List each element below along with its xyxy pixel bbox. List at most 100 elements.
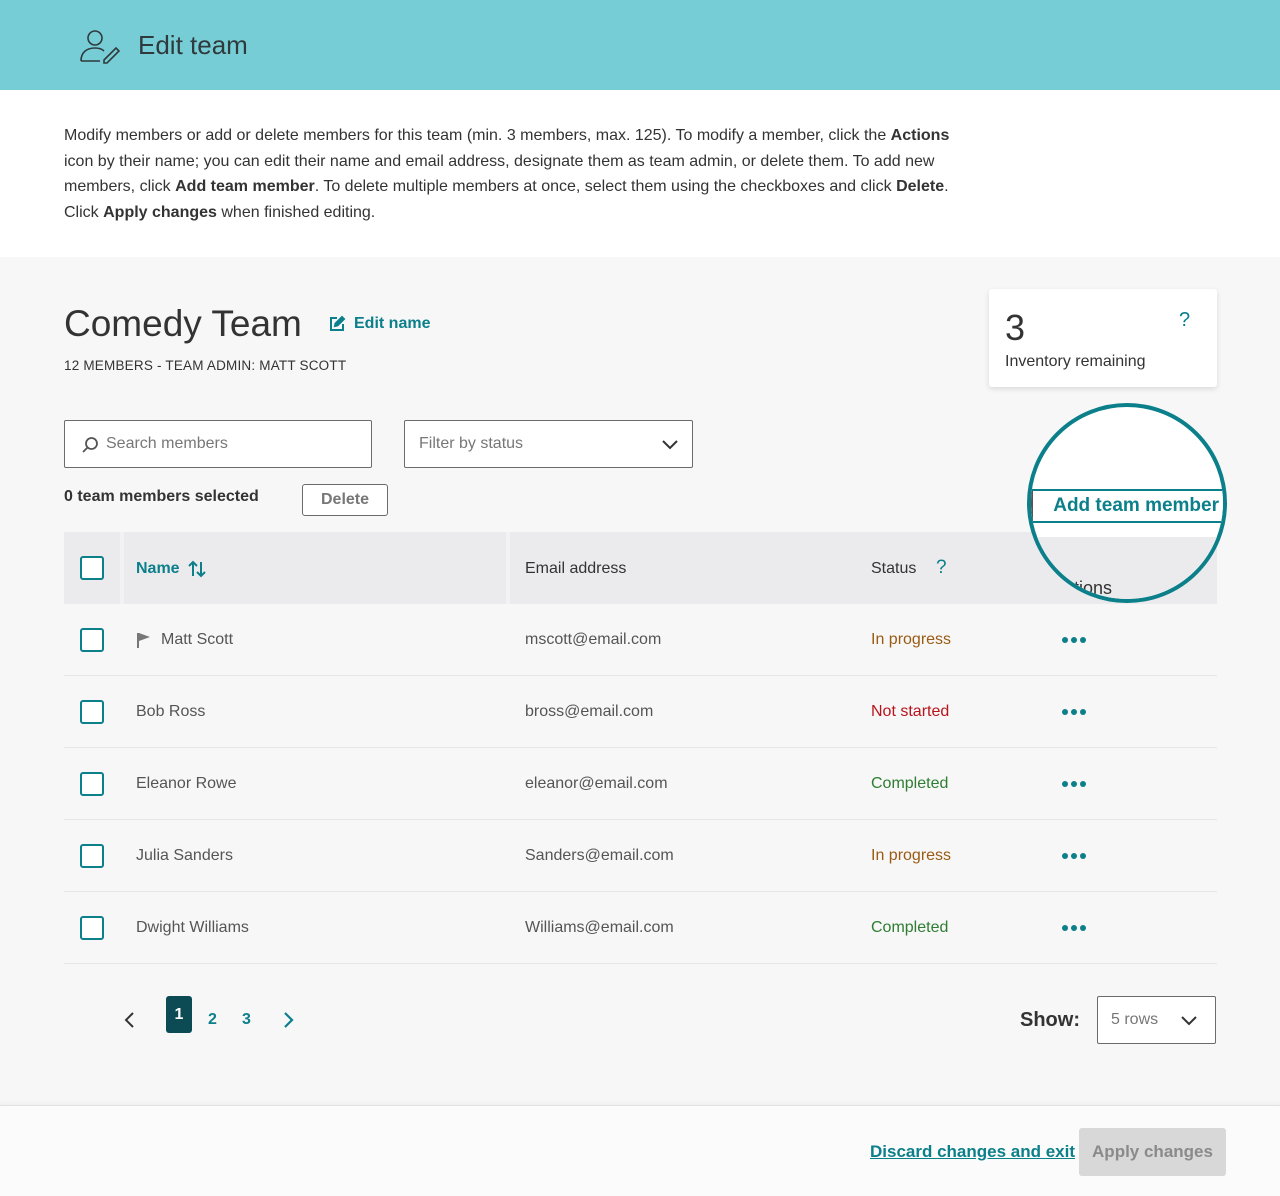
team-meta: 12 MEMBERS - TEAM ADMIN: MATT SCOTT [64, 358, 347, 373]
page-title: Edit team [138, 30, 248, 60]
user-edit-icon [80, 30, 121, 64]
edit-name-label: Edit name [354, 315, 431, 332]
status-badge: In progress [871, 847, 952, 864]
member-name: Dwight Williams [136, 919, 249, 936]
intro-text: Modify members or add or delete members … [64, 123, 964, 225]
member-name-cell: Bob Ross [136, 703, 205, 721]
more-actions-icon[interactable] [1062, 848, 1088, 864]
member-name-cell: Julia Sanders [136, 847, 233, 865]
status-column-header: Status [871, 560, 917, 577]
action-dot [1071, 853, 1077, 859]
status-badge: Completed [871, 775, 949, 792]
action-dot [1062, 709, 1068, 715]
inventory-label: Inventory remaining [1005, 353, 1146, 370]
edit-icon [330, 315, 346, 331]
selection-count: 0 team members selected [64, 488, 259, 505]
table-row: Julia Sanders Sanders@email.com In progres… [64, 820, 1217, 892]
more-actions-icon[interactable] [1062, 776, 1088, 792]
add-member-spotlight: Actions Add team member [1027, 403, 1227, 603]
edit-name-link[interactable]: Edit name [328, 315, 430, 333]
status-badge: Not started [871, 703, 950, 720]
status-badge: In progress [871, 631, 952, 648]
row-checkbox[interactable] [80, 628, 104, 652]
row-checkbox[interactable] [80, 844, 104, 868]
more-actions-icon[interactable] [1062, 632, 1088, 648]
action-dot [1071, 637, 1077, 643]
search-icon [82, 437, 98, 453]
search-input[interactable] [106, 421, 356, 467]
column-divider [120, 532, 124, 604]
previous-page-icon[interactable] [120, 1008, 140, 1032]
action-dot [1071, 781, 1077, 787]
row-checkbox[interactable] [80, 916, 104, 940]
table-row: Matt Scott mscott@email.com In progress [64, 604, 1217, 676]
apply-changes-button[interactable]: Apply changes [1079, 1128, 1226, 1176]
page-1[interactable]: 1 [166, 996, 192, 1033]
chevron-down-icon [662, 440, 678, 450]
table-row: Bob Ross bross@email.com Not started [64, 676, 1217, 748]
chevron-down-icon [1181, 1016, 1197, 1026]
email-column-header: Email address [525, 560, 627, 577]
member-name-cell: Matt Scott [136, 631, 233, 649]
intro-bold-actions: Actions [890, 127, 950, 144]
intro-text-part: . To delete multiple members at once, se… [314, 178, 897, 196]
team-name: Comedy Team [64, 303, 302, 344]
delete-button[interactable]: Delete [302, 484, 388, 516]
status-help-icon[interactable]: ? [936, 557, 947, 579]
intro-bold-delete: Delete [896, 178, 945, 196]
footer-bar: Discard changes and exit Apply changes [0, 1105, 1280, 1196]
rows-per-page-value: 5 rows [1111, 1011, 1159, 1028]
action-dot [1062, 637, 1068, 643]
member-name: Matt Scott [161, 631, 234, 648]
page-header: Edit team [0, 0, 1280, 90]
page-2[interactable]: 2 [208, 1011, 217, 1029]
status-filter-placeholder: Filter by status [419, 435, 524, 452]
next-page-icon[interactable] [278, 1008, 298, 1032]
action-dot [1062, 925, 1068, 931]
add-team-member-button[interactable]: Add team member [1031, 489, 1223, 523]
action-dot [1080, 709, 1086, 715]
column-divider [506, 532, 510, 604]
page-3[interactable]: 3 [242, 1011, 251, 1029]
table-row: Dwight Williams Williams@email.com Complet… [64, 892, 1217, 964]
member-email: mscott@email.com [525, 631, 662, 648]
name-header-label: Name [136, 560, 180, 577]
inventory-count: 3 [1005, 307, 1026, 348]
admin-flag-icon [137, 633, 150, 648]
status-filter-select[interactable]: Filter by status [404, 420, 693, 468]
discard-changes-link[interactable]: Discard changes and exit [870, 1142, 1075, 1162]
more-actions-icon[interactable] [1062, 920, 1088, 936]
action-dot [1080, 853, 1086, 859]
table-row: Eleanor Rowe eleanor@email.com Completed [64, 748, 1217, 820]
action-dot [1080, 781, 1086, 787]
row-checkbox[interactable] [80, 700, 104, 724]
action-dot [1062, 781, 1068, 787]
member-name: Julia Sanders [136, 847, 233, 864]
member-name: Eleanor Rowe [136, 775, 237, 792]
sort-icon [187, 560, 206, 578]
member-name-cell: Dwight Williams [136, 919, 249, 937]
rows-per-page-select[interactable]: 5 rows [1097, 996, 1216, 1044]
intro-bold-apply: Apply changes [103, 203, 217, 221]
member-email: Williams@email.com [525, 919, 674, 936]
name-column-header[interactable]: Name [136, 560, 206, 578]
actions-column-header: Actions [1053, 578, 1113, 598]
action-dot [1080, 637, 1086, 643]
intro-text-part: when finished editing. [216, 203, 376, 221]
member-email: Sanders@email.com [525, 847, 674, 864]
member-name: Bob Ross [136, 703, 206, 720]
action-dot [1071, 925, 1077, 931]
inventory-help-icon[interactable]: ? [1179, 309, 1190, 332]
action-dot [1062, 853, 1068, 859]
status-badge: Completed [871, 919, 949, 936]
action-dot [1080, 925, 1086, 931]
member-name-cell: Eleanor Rowe [136, 775, 237, 793]
member-email: bross@email.com [525, 703, 654, 720]
select-all-checkbox[interactable] [80, 556, 104, 580]
intro-section: Modify members or add or delete members … [0, 90, 1280, 257]
more-actions-icon[interactable] [1062, 704, 1088, 720]
inventory-card: 3 Inventory remaining ? [989, 289, 1217, 387]
row-checkbox[interactable] [80, 772, 104, 796]
search-box [64, 420, 372, 468]
member-email: eleanor@email.com [525, 775, 668, 792]
